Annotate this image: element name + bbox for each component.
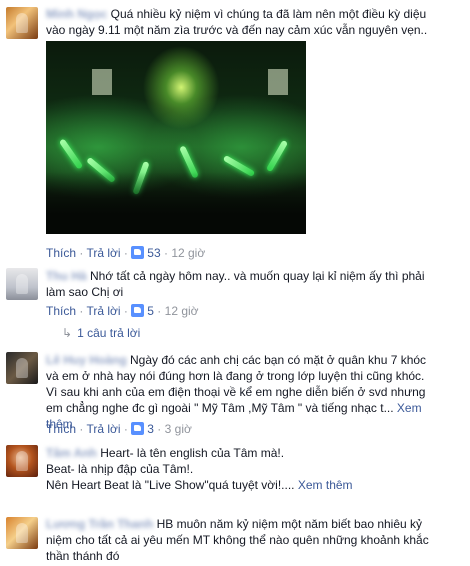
comment-author[interactable]: Thu Hà <box>46 268 87 284</box>
comment-feed: Minh Ngọc Quá nhiều kỷ niệm vì chúng ta … <box>0 0 470 566</box>
see-more-link[interactable]: Xem thêm <box>298 478 353 492</box>
reply-button[interactable]: Trả lời <box>86 246 120 260</box>
comment-author[interactable]: Tâm Anh <box>46 445 97 461</box>
comment-actions: Thích · Trả lời · 3 · 3 giờ <box>46 422 192 436</box>
comment-time[interactable]: 3 giờ <box>165 422 192 436</box>
comment-time[interactable]: 12 giờ <box>165 304 199 318</box>
comment-text-line: Nên Heart Beat là "Live Show"quá tuyệt v… <box>46 478 295 492</box>
comment-photo[interactable] <box>46 41 306 234</box>
like-button[interactable]: Thích <box>46 422 76 436</box>
like-button[interactable]: Thích <box>46 304 76 318</box>
like-count[interactable]: 3 <box>131 422 154 436</box>
like-icon <box>131 246 145 259</box>
comment-text: Nhớ tất cả ngày hôm nay.. và muốn quay l… <box>46 269 425 299</box>
comment-author[interactable]: Lương Trần Thanh <box>46 516 153 532</box>
comment-author[interactable]: Minh Ngọc <box>46 6 107 22</box>
avatar[interactable] <box>6 445 38 477</box>
avatar[interactable] <box>6 352 38 384</box>
comment-actions: Thích · Trả lời · 53 · 12 giờ <box>46 246 206 260</box>
reply-arrow-icon: ↳ <box>62 326 73 340</box>
like-icon <box>131 422 145 435</box>
like-count[interactable]: 53 <box>131 246 161 260</box>
like-button[interactable]: Thích <box>46 246 76 260</box>
like-count[interactable]: 5 <box>131 304 154 318</box>
avatar[interactable] <box>6 517 38 549</box>
reply-button[interactable]: Trả lời <box>86 422 120 436</box>
comment-text-line: Beat- là nhịp đập của Tâm!. <box>46 462 194 476</box>
comment-author[interactable]: Lê Huy Hoàng <box>46 352 127 368</box>
avatar[interactable] <box>6 268 38 300</box>
reply-button[interactable]: Trả lời <box>86 304 120 318</box>
avatar[interactable] <box>6 7 38 39</box>
comment-actions: Thích · Trả lời · 5 · 12 giờ <box>46 304 199 318</box>
like-icon <box>131 304 145 317</box>
view-replies-link[interactable]: ↳ 1 câu trả lời <box>62 325 140 341</box>
comment-text-line: Heart- là tên english của Tâm mà!. <box>100 446 285 460</box>
comment-time[interactable]: 12 giờ <box>171 246 205 260</box>
